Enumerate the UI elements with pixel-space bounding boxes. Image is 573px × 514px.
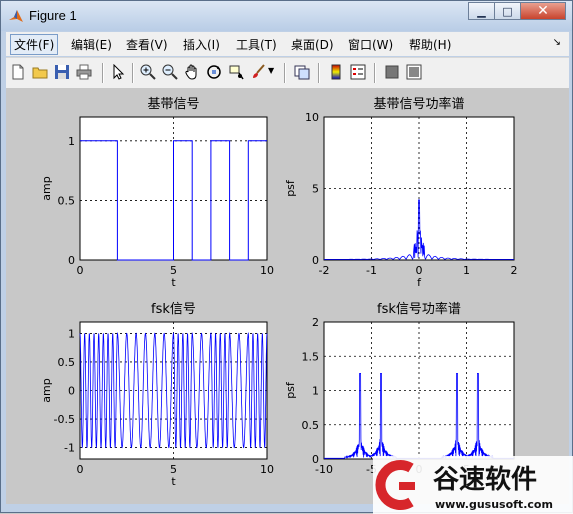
y-axis-label: amp	[40, 176, 53, 200]
menu-bar: 文件(F) 编辑(E) 查看(V) 插入(I) 工具(T) 桌面(D) 窗口(W…	[6, 32, 569, 56]
x-tick-label: 2	[511, 264, 518, 277]
axes-2: -2 -1 0 1 20510基带信号功率谱fpsf	[284, 96, 518, 289]
menu-insert[interactable]: 插入(I)	[180, 35, 223, 54]
matlab-logo-icon	[9, 10, 23, 22]
close-icon: ✕	[537, 3, 549, 19]
y-tick-label: 2	[312, 316, 319, 329]
save-icon[interactable]	[54, 64, 70, 80]
show-plot-tools-icon[interactable]	[406, 64, 422, 80]
new-file-icon[interactable]	[10, 64, 26, 80]
y-tick-label: 10	[305, 111, 319, 124]
y-tick-label: 1.5	[302, 350, 320, 363]
menu-window[interactable]: 窗口(W)	[345, 35, 396, 54]
axes-3: 0 5 10-1-0.500.51fsk信号tamp	[40, 302, 274, 488]
x-axis-label: f	[417, 276, 422, 289]
gususoft-watermark: 谷速软件 www.gususoft.com	[373, 456, 573, 514]
print-icon[interactable]	[76, 64, 92, 80]
maximize-icon: □	[502, 4, 513, 18]
axes-title: fsk信号功率谱	[377, 301, 461, 317]
minimize-button[interactable]: ▁	[468, 2, 495, 20]
axes-1: 0 5 1000.51基带信号tamp	[40, 97, 274, 289]
window-title: Figure 1	[29, 8, 77, 23]
y-tick-label: 1	[68, 327, 75, 340]
zoom-out-icon[interactable]	[162, 64, 178, 80]
y-tick-label: 1	[68, 135, 75, 148]
close-button[interactable]: ✕	[520, 2, 566, 20]
y-tick-label: 5	[312, 183, 319, 196]
y-tick-label: 0	[68, 254, 75, 267]
watermark-brand: 谷速软件	[433, 465, 537, 495]
y-tick-label: -1	[64, 442, 75, 455]
x-tick-label: 10	[260, 463, 274, 476]
x-tick-label: 1	[463, 264, 470, 277]
axes-title: 基带信号	[147, 97, 199, 112]
menu-file[interactable]: 文件(F)	[10, 34, 59, 55]
y-axis-label: psf	[284, 381, 297, 399]
axes-4: -10-50500.511.52fsk信号功率谱psf	[284, 301, 515, 476]
y-tick-label: 1	[312, 385, 319, 398]
colorbar-icon[interactable]	[328, 64, 344, 80]
axes-title: fsk信号	[151, 302, 196, 317]
watermark-url: www.gususoft.com	[435, 498, 553, 511]
figure-toolbar: ▼	[6, 57, 569, 88]
x-tick-label: -1	[366, 264, 377, 277]
rotate-3d-icon[interactable]	[206, 64, 222, 80]
zoom-in-icon[interactable]	[140, 64, 156, 80]
pointer-icon[interactable]	[110, 64, 126, 80]
x-tick-label: -2	[319, 264, 330, 277]
title-bar[interactable]: Figure 1 ▁ □ ✕	[1, 1, 572, 31]
menu-desktop[interactable]: 桌面(D)	[288, 35, 337, 54]
data-cursor-icon[interactable]	[228, 64, 244, 80]
figure-window: Figure 1 ▁ □ ✕ 文件(F) 编辑(E) 查看(V) 插入(I) 工…	[0, 0, 573, 514]
x-axis-label: t	[171, 276, 176, 289]
brush-icon[interactable]	[250, 64, 266, 80]
y-tick-label: 0.5	[58, 356, 76, 369]
figure-canvas: 0 5 10 0 0.5 1 基带信号 t amp -2 -1 0 1 2 0 5 10 基带信号功率谱 f psf 0…	[6, 88, 569, 504]
x-tick-label: 10	[260, 264, 274, 277]
y-tick-label: 0.5	[58, 194, 76, 207]
open-folder-icon[interactable]	[32, 64, 48, 80]
y-tick-label: 0.5	[302, 419, 320, 432]
menu-edit[interactable]: 编辑(E)	[68, 35, 115, 54]
pan-hand-icon[interactable]	[184, 64, 200, 80]
maximize-button[interactable]: □	[494, 2, 521, 20]
menu-tools[interactable]: 工具(T)	[233, 35, 280, 54]
x-axis-label: t	[171, 475, 176, 488]
menu-help[interactable]: 帮助(H)	[406, 35, 454, 54]
y-tick-label: 0	[312, 453, 319, 466]
x-tick-label: 0	[77, 264, 84, 277]
minimize-icon: ▁	[477, 4, 486, 18]
y-tick-label: 0	[312, 254, 319, 267]
brush-dropdown-icon[interactable]: ▼	[268, 66, 274, 75]
y-axis-label: amp	[40, 378, 53, 402]
legend-icon[interactable]	[350, 64, 366, 80]
y-axis-label: psf	[284, 179, 297, 197]
figure-plots: 0 5 1000.51基带信号tamp-2 -1 0 1 20510基带信号功率谱fpsf0…	[40, 96, 518, 488]
x-tick-label: 0	[77, 463, 84, 476]
link-plot-icon[interactable]	[294, 64, 310, 80]
hide-plot-tools-icon[interactable]	[384, 64, 400, 80]
axes-title: 基带信号功率谱	[373, 96, 464, 112]
menu-view[interactable]: 查看(V)	[123, 35, 171, 54]
menu-overflow-icon[interactable]: ↘	[553, 37, 561, 48]
y-tick-label: -0.5	[54, 413, 75, 426]
y-tick-label: 0	[68, 385, 75, 398]
